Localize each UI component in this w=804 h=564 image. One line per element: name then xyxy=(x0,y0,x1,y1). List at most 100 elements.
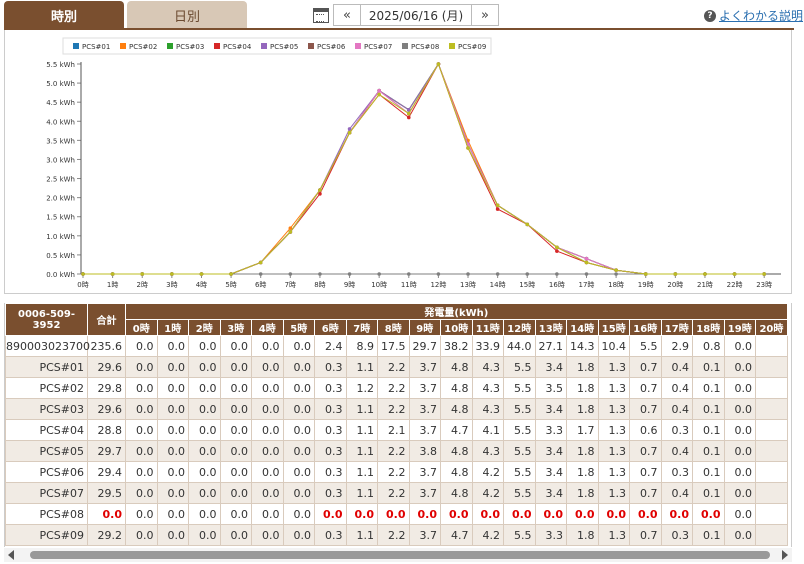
legend-label: PCS#09 xyxy=(458,43,486,51)
table-cell: 0.0 xyxy=(282,377,315,399)
data-point xyxy=(584,260,589,265)
data-point xyxy=(614,268,618,272)
table-cell: 0.4 xyxy=(660,377,693,399)
table-cell xyxy=(755,461,788,483)
calendar-icon[interactable] xyxy=(313,7,329,23)
table-cell: 3.7 xyxy=(408,356,441,378)
date-navigator: « 2025/06/16 (月) » xyxy=(313,4,499,26)
x-tick-label: 3時 xyxy=(166,281,177,289)
table-cell: 0.0 xyxy=(156,419,189,441)
legend-swatch xyxy=(402,43,408,49)
x-tick-label: 21時 xyxy=(697,281,713,289)
table-cell: 0.3 xyxy=(660,524,693,546)
y-tick-label: 5.5 kWh xyxy=(46,61,75,69)
table-cell: 0.3 xyxy=(660,461,693,483)
data-point xyxy=(377,272,381,276)
table-cell: 4.2 xyxy=(471,461,504,483)
generation-table: 0006-509-3952 合計 発電量(kWh) 0時 1時 2時 3時 4時 5時 6時… xyxy=(5,303,788,546)
data-point xyxy=(525,222,530,227)
table-cell: 0.0 xyxy=(377,503,410,525)
table-row: PCS#08 0.0 0.0 0.0 0.0 0.0 0.0 0.0 0.0 0.0 0.0 0.0 0… xyxy=(5,503,788,525)
table-cell: 0.3 xyxy=(314,440,347,462)
table-cell: 0.0 xyxy=(251,524,284,546)
table-cell: 0.0 xyxy=(660,503,693,525)
table-cell: 1.3 xyxy=(597,377,630,399)
table-cell: 3.3 xyxy=(534,524,567,546)
table-cell: 1.8 xyxy=(566,377,599,399)
table-cell: 3.4 xyxy=(534,461,567,483)
legend-swatch xyxy=(73,43,79,49)
table-cell: 0.8 xyxy=(692,335,725,357)
x-tick-label: 9時 xyxy=(344,281,355,289)
table-cell: 1.1 xyxy=(345,461,378,483)
data-point xyxy=(406,115,411,120)
x-tick-label: 14時 xyxy=(490,281,506,289)
data-point xyxy=(555,249,559,253)
data-point xyxy=(258,272,263,276)
data-point xyxy=(555,272,559,276)
table-cell: 0.0 xyxy=(188,440,221,462)
table-cell: 0.4 xyxy=(660,440,693,462)
table-cell: 1.8 xyxy=(566,461,599,483)
table-cell xyxy=(755,335,788,357)
table-cell: 4.7 xyxy=(440,419,473,441)
prev-date-button[interactable]: « xyxy=(333,4,361,26)
scroll-right-icon[interactable] xyxy=(782,550,788,560)
x-tick-label: 10時 xyxy=(371,281,387,289)
help-label[interactable]: よくわかる説明 xyxy=(719,7,803,24)
legend-label: PCS#07 xyxy=(364,43,392,51)
table-cell: 3.5 xyxy=(534,377,567,399)
table-cell xyxy=(755,419,788,441)
table-cell: 2.2 xyxy=(377,482,410,504)
table-cell: 0.0 xyxy=(723,377,756,399)
horizontal-scrollbar[interactable] xyxy=(4,548,792,562)
table-cell: 0.0 xyxy=(345,503,378,525)
table-cell: 1.7 xyxy=(566,419,599,441)
table-cell: 0.0 xyxy=(534,503,567,525)
station-id-header: 0006-509-3952 xyxy=(5,303,88,336)
scroll-left-icon[interactable] xyxy=(8,550,14,560)
table-cell: 3.4 xyxy=(534,398,567,420)
legend-label: PCS#03 xyxy=(176,43,204,51)
data-point xyxy=(466,272,470,276)
table-cell: 4.8 xyxy=(440,482,473,504)
data-point xyxy=(436,272,441,276)
data-point xyxy=(406,111,411,116)
legend-label: PCS#06 xyxy=(317,43,346,51)
table-cell: 27.1 xyxy=(534,335,567,357)
y-tick-label: 1.0 kWh xyxy=(46,233,75,241)
table-cell: 5.5 xyxy=(503,419,536,441)
row-total: 29.7 xyxy=(87,440,126,462)
table-row: PCS#07 29.5 0.0 0.0 0.0 0.0 0.0 0.0 0.3 1.1 2.2 3.7… xyxy=(5,482,788,504)
data-point xyxy=(584,272,589,276)
table-cell: 0.0 xyxy=(219,419,252,441)
tab-daily[interactable]: 日別 xyxy=(127,1,247,29)
table-cell: 0.0 xyxy=(440,503,473,525)
table-cell xyxy=(755,482,788,504)
table-cell: 4.7 xyxy=(440,524,473,546)
hour-header: 6時 xyxy=(314,319,347,336)
data-point xyxy=(584,256,589,261)
table-cell: 0.7 xyxy=(629,356,662,378)
x-tick-label: 11時 xyxy=(401,281,417,289)
table-cell: 3.7 xyxy=(408,398,441,420)
table-cell: 0.0 xyxy=(723,440,756,462)
table-cell: 0.0 xyxy=(251,440,284,462)
table-cell: 0.0 xyxy=(251,398,284,420)
table-cell: 0.0 xyxy=(408,503,441,525)
table-cell: 0.0 xyxy=(219,482,252,504)
help-link[interactable]: ? よくわかる説明 xyxy=(704,7,803,24)
table-cell: 0.0 xyxy=(219,461,252,483)
table-cell: 5.5 xyxy=(503,377,536,399)
table-cell: 0.0 xyxy=(188,503,221,525)
table-cell: 2.2 xyxy=(377,377,410,399)
next-date-button[interactable]: » xyxy=(471,4,499,26)
tab-hourly[interactable]: 時別 xyxy=(4,1,124,29)
data-point xyxy=(377,88,381,93)
y-tick-label: 5.0 kWh xyxy=(46,80,75,88)
table-cell: 0.0 xyxy=(219,377,252,399)
table-cell: 0.0 xyxy=(188,335,221,357)
row-label: PCS#06 xyxy=(5,461,88,483)
table-cell xyxy=(755,440,788,462)
scroll-thumb[interactable] xyxy=(30,551,770,559)
